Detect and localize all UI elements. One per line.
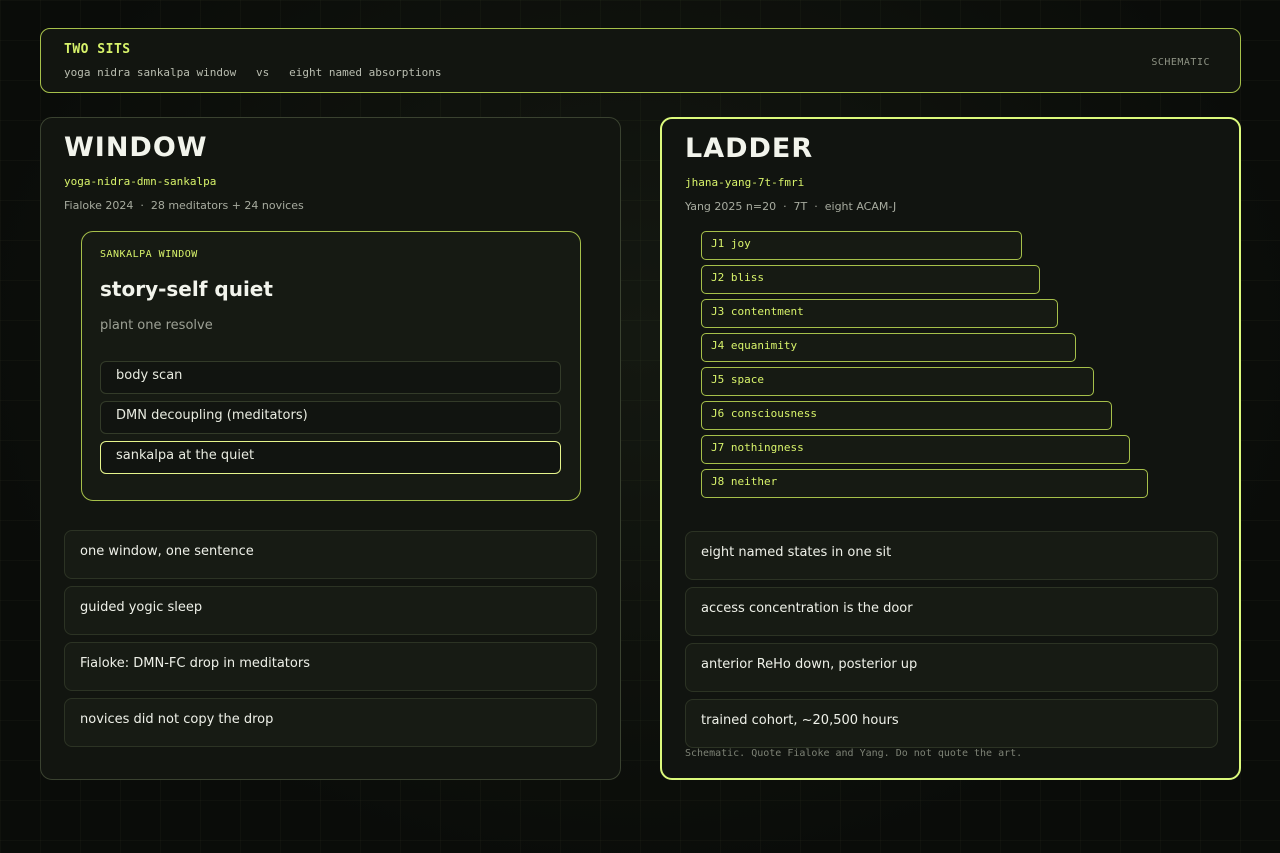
step-dmn-decoupling: DMN decoupling (meditators) [100, 401, 561, 434]
window-note-1: one window, one sentence [64, 530, 597, 579]
window-panel: WINDOW yoga-nidra-dmn-sankalpa Fialoke 2… [40, 117, 621, 780]
schematic-footnote: Schematic. Quote Fialoke and Yang. Do no… [685, 748, 1023, 759]
sankalpa-window-subtitle: plant one resolve [100, 318, 213, 333]
ladder-rung-j8: J8 neither [701, 469, 1148, 498]
header-title: TWO SITS [64, 42, 131, 57]
step-sankalpa-highlighted: sankalpa at the quiet [100, 441, 561, 474]
window-panel-title: WINDOW [64, 132, 208, 163]
ladder-rung-j7: J7 nothingness [701, 435, 1130, 464]
header-subtitle: yoga nidra sankalpa window vs eight name… [64, 66, 442, 79]
ladder-rung-j2: J2 bliss [701, 265, 1040, 294]
window-note-4: novices did not copy the drop [64, 698, 597, 747]
ladder-panel-meta: Yang 2025 n=20 · 7T · eight ACAM-J [685, 200, 897, 213]
ladder-rung-j5: J5 space [701, 367, 1094, 396]
sankalpa-window-label: SANKALPA WINDOW [100, 249, 198, 260]
window-note-3: Fialoke: DMN-FC drop in meditators [64, 642, 597, 691]
window-panel-meta: Fialoke 2024 · 28 meditators + 24 novice… [64, 199, 304, 212]
sankalpa-window-box: SANKALPA WINDOW story-self quiet plant o… [81, 231, 581, 501]
ladder-note-1: eight named states in one sit [685, 531, 1218, 580]
ladder-note-4: trained cohort, ~20,500 hours [685, 699, 1218, 748]
ladder-panel-code: jhana-yang-7t-fmri [685, 176, 805, 189]
schematic-tag: SCHEMATIC [1151, 57, 1210, 68]
ladder-panel-title: LADDER [685, 133, 814, 164]
ladder-note-2: access concentration is the door [685, 587, 1218, 636]
window-note-2: guided yogic sleep [64, 586, 597, 635]
ladder-rung-j6: J6 consciousness [701, 401, 1112, 430]
ladder-rung-j3: J3 contentment [701, 299, 1058, 328]
ladder-rung-j4: J4 equanimity [701, 333, 1076, 362]
window-panel-code: yoga-nidra-dmn-sankalpa [64, 175, 217, 188]
step-body-scan: body scan [100, 361, 561, 394]
sankalpa-window-title: story-self quiet [100, 277, 273, 301]
header-banner: TWO SITS yoga nidra sankalpa window vs e… [40, 28, 1241, 93]
ladder-rung-j1: J1 joy [701, 231, 1022, 260]
ladder-panel: LADDER jhana-yang-7t-fmri Yang 2025 n=20… [660, 117, 1241, 780]
ladder-note-3: anterior ReHo down, posterior up [685, 643, 1218, 692]
